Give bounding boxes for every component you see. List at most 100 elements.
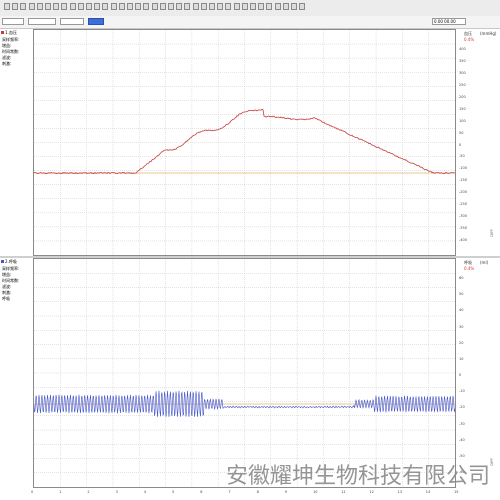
scale-select[interactable] [60, 18, 84, 25]
x-tick: 5 [172, 490, 174, 494]
toolbar-button-1[interactable] [4, 3, 10, 10]
channel1-info-4: 刺激: [2, 61, 11, 66]
toolbar-button-2[interactable] [12, 3, 18, 10]
yt1-tick: 50 [459, 131, 463, 135]
channel-select[interactable] [28, 18, 56, 25]
channel2-info-2: 时间常数: [2, 278, 19, 283]
x-tick: 8 [257, 490, 259, 494]
yt1-tick: -150 [459, 178, 467, 182]
toolbar-button-32[interactable] [258, 3, 264, 10]
toolbar-button-21[interactable] [168, 3, 174, 10]
yt1-tick: -50 [459, 154, 465, 158]
x-tick: 9 [285, 490, 287, 494]
yt1-tick: -300 [459, 214, 467, 218]
toolbar-button-34[interactable] [275, 3, 281, 10]
company-watermark: 安徽耀坤生物科技有限公司 [0, 458, 500, 490]
toolbar-button-7[interactable] [53, 3, 59, 10]
yt1-tick: -350 [459, 226, 467, 230]
toolbar-button-36[interactable] [291, 3, 297, 10]
toolbar-button-22[interactable] [176, 3, 182, 10]
toolbar-button-13[interactable] [102, 3, 108, 10]
channel2-header-label: 2.呼吸 [5, 259, 17, 264]
channel2-header[interactable]: 2.呼吸 [1, 259, 17, 264]
toolbar-button-4[interactable] [29, 3, 35, 10]
channel2-info-4: 刺激: [2, 290, 11, 295]
channel1-plot-svg [34, 30, 455, 255]
yt1-tick: 200 [459, 95, 466, 99]
yt2-tick: -40 [459, 438, 465, 442]
toolbar-button-11[interactable] [86, 3, 92, 10]
toolbar-button-30[interactable] [242, 3, 248, 10]
toolbar-button-23[interactable] [184, 3, 190, 10]
channel2-info-1: 增益: [2, 272, 11, 277]
toolbar-button-9[interactable] [70, 3, 76, 10]
channel1-info-3: 滤波: [2, 55, 11, 60]
toolbar-button-31[interactable] [250, 3, 256, 10]
channel2-scale-panel: 呼吸 0.4% (ml) 60 50 40 30 20 10 0 -10 -20 -30 -40 -5… [456, 258, 494, 488]
toolbar-button-24[interactable] [193, 3, 199, 10]
channel1-info-0: 采样频率: [2, 37, 19, 42]
toolbar-button-17[interactable] [135, 3, 141, 10]
yt2-tick: 40 [459, 308, 463, 312]
yt2-tick: -20 [459, 405, 465, 409]
x-tick: 1 [59, 490, 61, 494]
channel1-unit: (mmHg) [480, 31, 496, 36]
toolbar-button-5[interactable] [37, 3, 43, 10]
mode-select[interactable] [2, 18, 24, 25]
x-tick: 13 [398, 490, 402, 494]
channel1-color-marker [1, 31, 4, 34]
toolbar-button-26[interactable] [209, 3, 215, 10]
channel1-info-1: 增益: [2, 43, 11, 48]
active-select[interactable] [88, 18, 104, 25]
channel1-side-tag: DIFF [490, 229, 494, 237]
toolbar-button-20[interactable] [160, 3, 166, 10]
x-tick: 2 [87, 490, 89, 494]
toolbar-button-19[interactable] [152, 3, 158, 10]
channel1-info-panel: 1.血压 采样频率: 增益: 时间常数: 滤波: 刺激: [0, 29, 34, 256]
channel1-header[interactable]: 1.血压 [1, 30, 17, 35]
yt2-tick: 20 [459, 341, 463, 345]
toolbar-button-28[interactable] [225, 3, 231, 10]
channel2-info-0: 采样频率: [2, 266, 19, 271]
toolbar-button-10[interactable] [78, 3, 84, 10]
selection-bar: 0.00 00.00 [0, 16, 500, 29]
x-tick: 7 [228, 490, 230, 494]
toolbar-button-16[interactable] [127, 3, 133, 10]
toolbar-button-15[interactable] [119, 3, 125, 10]
x-tick: 12 [369, 490, 373, 494]
channel1-plot-area[interactable] [33, 29, 456, 256]
channel2-right-title: 呼吸 [464, 260, 472, 265]
toolbar-button-8[interactable] [61, 3, 67, 10]
x-tick: 14 [426, 490, 430, 494]
channel1-right-title: 血压 [464, 31, 472, 36]
toolbar-button-37[interactable] [299, 3, 305, 10]
channel2-unit: (ml) [480, 260, 488, 265]
yt1-tick: -100 [459, 166, 467, 170]
channel2-info-3: 滤波: [2, 284, 11, 289]
x-tick: 4 [144, 490, 146, 494]
yt1-tick: 100 [459, 119, 466, 123]
toolbar-button-6[interactable] [45, 3, 51, 10]
yt1-tick: 0 [459, 143, 461, 147]
toolbar-button-33[interactable] [266, 3, 272, 10]
channel2-plot-svg [34, 259, 455, 487]
time-readout: 0.00 00.00 [432, 18, 466, 25]
time-axis: 0 1 2 3 4 5 6 7 8 9 10 11 12 13 14 15 [33, 488, 456, 500]
channel2-color-marker [1, 260, 4, 263]
x-tick: 6 [200, 490, 202, 494]
yt2-tick: 30 [459, 325, 463, 329]
yt1-tick: 350 [459, 59, 466, 63]
channel1-right-value: 0.4% [464, 37, 474, 42]
toolbar-button-3[interactable] [20, 3, 26, 10]
toolbar-button-12[interactable] [94, 3, 100, 10]
toolbar-button-25[interactable] [201, 3, 207, 10]
toolbar-button-18[interactable] [143, 3, 149, 10]
toolbar-button-27[interactable] [217, 3, 223, 10]
toolbar-button-29[interactable] [234, 3, 240, 10]
toolbar-button-14[interactable] [111, 3, 117, 10]
yt2-tick: 10 [459, 357, 463, 361]
channel2-plot-area[interactable] [33, 258, 456, 488]
x-tick: 15 [454, 490, 458, 494]
yt2-tick: 50 [459, 292, 463, 296]
toolbar-button-35[interactable] [283, 3, 289, 10]
